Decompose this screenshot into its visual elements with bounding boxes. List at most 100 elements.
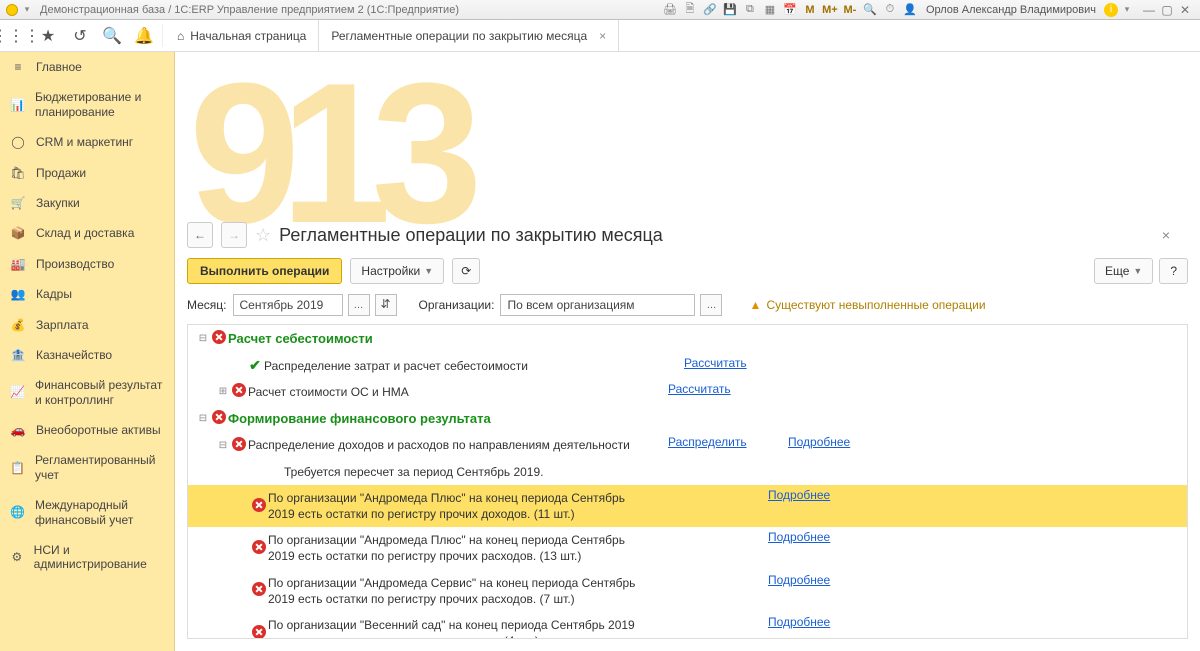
distribute-link[interactable]: Распределить [668,435,747,449]
sidebar-item-12[interactable]: 📋Регламентированный учет [0,445,174,490]
sidebar-item-label: Бюджетирование и планирование [35,90,164,119]
sidebar-item-9[interactable]: 🏦Казначейство [0,340,174,370]
sidebar-item-label: Внеоборотные активы [36,423,161,437]
sidebar-item-label: Регламентированный учет [35,453,164,482]
expand-icon[interactable] [196,413,210,424]
close-window-button[interactable]: ✕ [1176,3,1194,17]
org-input[interactable]: По всем организациям [500,294,695,316]
apps-icon[interactable]: ⋮⋮⋮ [0,20,32,51]
refresh-button[interactable]: ⟳ [452,258,480,284]
expand-icon[interactable] [216,440,230,451]
sidebar-item-label: НСИ и администрирование [34,543,164,572]
calendar-icon[interactable]: 📅 [782,2,798,18]
list-row[interactable]: Расчет стоимости ОС и НМАРассчитать [188,379,1187,405]
page-title: Регламентные операции по закрытию месяца [279,225,663,246]
sidebar-item-icon: 📊 [10,98,25,112]
link-icon[interactable]: 🔗 [702,2,718,18]
sidebar-item-3[interactable]: 🛍Продажи [0,158,174,188]
sidebar: ≡Главное 📊 Бюджетирование и планирование ◯C… [0,52,175,651]
sidebar-item-11[interactable]: 🚗Внеоборотные активы [0,415,174,445]
window-title: Демонстрационная база / 1С:ERP Управлени… [40,4,459,16]
sidebar-item-0[interactable]: ≡Главное [0,52,174,82]
memory-mplus-icon[interactable]: M+ [822,2,838,18]
info-icon[interactable]: i [1104,3,1118,17]
row-text: По организации "Андромеда Сервис" на кон… [268,573,648,609]
list-row[interactable]: Требуется пересчет за период Сентябрь 20… [188,459,1187,485]
history-icon[interactable]: ⏱ [882,2,898,18]
copy-icon[interactable]: ⧉ [742,2,758,18]
fav-star-icon[interactable]: ☆ [255,225,271,246]
sidebar-item-10[interactable]: 📈Финансовый результат и контроллинг [0,370,174,415]
settings-button[interactable]: Настройки ▼ [350,258,444,284]
status-icon [250,498,268,515]
sidebar-item-2[interactable]: ◯CRM и маркетинг [0,127,174,157]
memory-mminus-icon[interactable]: M- [842,2,858,18]
doc-icon[interactable]: 🗎 [682,2,698,18]
tab-current[interactable]: Регламентные операции по закрытию месяца… [319,20,619,51]
memory-m-icon[interactable]: M [802,2,818,18]
month-spinner-button[interactable]: ⇵ [375,294,397,316]
print-icon[interactable]: 🖨 [662,2,678,18]
list-row[interactable]: ✔Распределение затрат и расчет себестоим… [188,353,1187,379]
list-row[interactable]: По организации "Весенний сад" на конец п… [188,612,1187,638]
sidebar-item-label: Казначейство [36,348,112,362]
history-back-icon[interactable]: ↺ [64,20,96,51]
sidebar-item-6[interactable]: 🏭Производство [0,249,174,279]
details-link[interactable]: Подробнее [768,615,830,629]
list-row[interactable]: По организации "Андромеда Плюс" на конец… [188,485,1187,527]
calc-icon[interactable]: ▦ [762,2,778,18]
tab-close-icon[interactable]: × [599,29,606,43]
sidebar-item-icon: 👥 [10,287,26,301]
sidebar-item-7[interactable]: 👥Кадры [0,279,174,309]
sidebar-item-8[interactable]: 💰Зарплата [0,310,174,340]
sidebar-item-5[interactable]: 📦Склад и доставка [0,218,174,248]
maximize-button[interactable]: ▢ [1158,3,1176,17]
sidebar-item-13[interactable]: 🌐Международный финансовый учет [0,490,174,535]
row-text: Требуется пересчет за период Сентябрь 20… [284,462,664,482]
expand-icon[interactable] [196,333,210,344]
minimize-button[interactable]: — [1140,3,1158,17]
user-name[interactable]: Орлов Александр Владимирович [926,4,1096,16]
tab-current-label: Регламентные операции по закрытию месяца [331,29,587,43]
status-icon [250,625,268,638]
details-link[interactable]: Подробнее [788,435,850,449]
list-row[interactable]: Расчет себестоимости [188,325,1187,353]
list-row[interactable]: По организации "Андромеда Плюс" на конец… [188,527,1187,569]
search-icon[interactable]: 🔍 [96,20,128,51]
home-icon: ⌂ [177,29,184,43]
run-operations-button[interactable]: Выполнить операции [187,258,342,284]
calc-link[interactable]: Рассчитать [668,382,731,396]
details-link[interactable]: Подробнее [768,573,830,587]
app-logo-icon [6,4,18,16]
sidebar-item-1[interactable]: 📊 Бюджетирование и планирование [0,82,174,127]
save-icon[interactable]: 💾 [722,2,738,18]
zoom-icon[interactable]: 🔍 [862,2,878,18]
nav-back-button[interactable]: ← [187,222,213,248]
help-button[interactable]: ? [1159,258,1188,284]
more-menu-button[interactable]: Еще ▼ [1094,258,1153,284]
warning-text: Существуют невыполненные операции [766,298,985,312]
list-row[interactable]: По организации "Андромеда Сервис" на кон… [188,570,1187,612]
sidebar-item-14[interactable]: ⚙НСИ и администрирование [0,535,174,580]
list-row[interactable]: Распределение доходов и расходов по напр… [188,432,1187,458]
calc-link[interactable]: Рассчитать [684,356,747,370]
tab-home[interactable]: ⌂ Начальная страница [165,20,319,51]
bell-icon[interactable]: 🔔 [128,20,160,51]
sidebar-item-4[interactable]: 🛒Закупки [0,188,174,218]
sidebar-item-label: Главное [36,60,82,74]
list-row[interactable]: Формирование финансового результата [188,405,1187,433]
org-ellipsis-button[interactable]: … [700,294,722,316]
details-link[interactable]: Подробнее [768,530,830,544]
favorite-icon[interactable]: ★ [32,20,64,51]
month-input[interactable]: Сентябрь 2019 [233,294,343,316]
page-close-icon[interactable]: × [1162,227,1188,243]
details-link[interactable]: Подробнее [768,488,830,502]
nav-forward-button[interactable]: → [221,222,247,248]
app-menu-icon[interactable]: ▾ [20,3,34,17]
month-label: Месяц: [187,298,227,312]
org-label: Организации: [419,298,495,312]
row-text: По организации "Весенний сад" на конец п… [268,615,648,638]
info-menu-icon[interactable]: ▾ [1120,3,1134,17]
expand-icon[interactable] [216,386,230,397]
month-ellipsis-button[interactable]: … [348,294,370,316]
